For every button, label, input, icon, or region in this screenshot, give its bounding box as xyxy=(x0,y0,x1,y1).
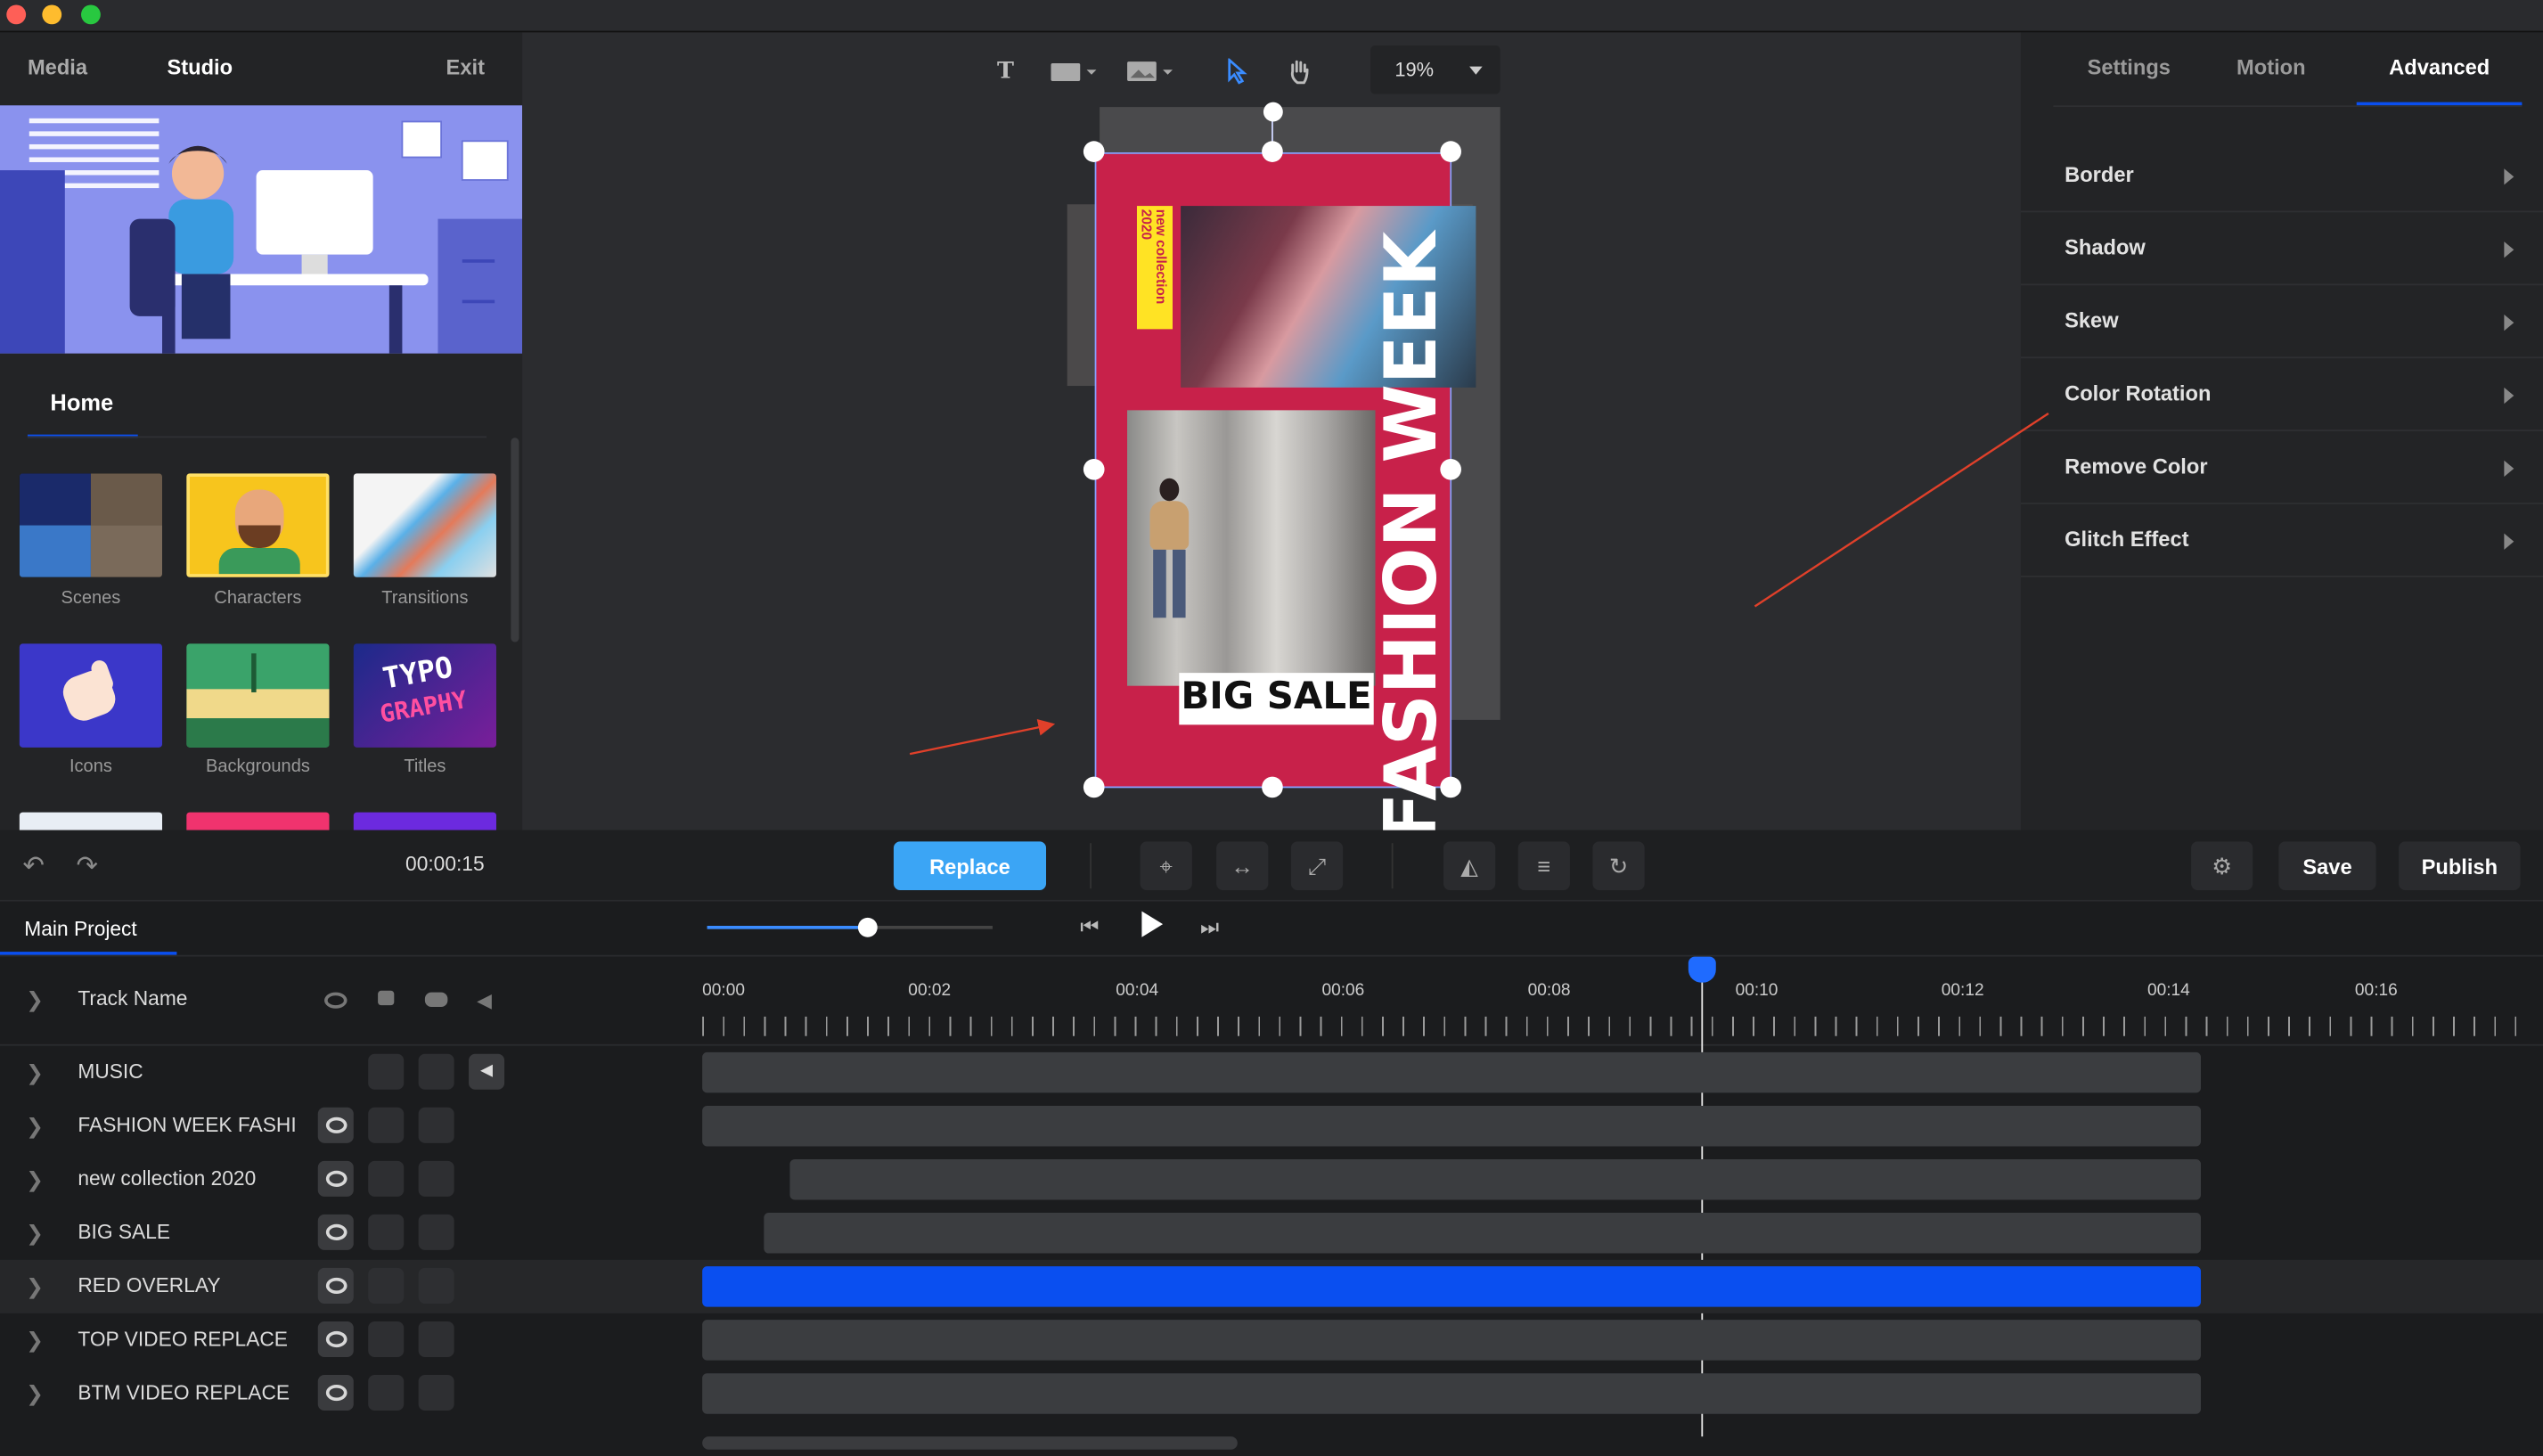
eye-icon[interactable] xyxy=(317,1321,354,1358)
chevron-right-icon[interactable]: ❯ xyxy=(26,1060,44,1086)
ruler-ticks[interactable] xyxy=(702,1016,2535,1036)
chevron-right-icon[interactable]: ❯ xyxy=(26,1221,44,1247)
main-project-tab[interactable]: Main Project xyxy=(24,918,136,940)
divider xyxy=(0,954,2543,957)
track-clip[interactable] xyxy=(702,1051,2202,1093)
track-row-music[interactable]: ❯ MUSIC ◀ xyxy=(0,1046,2543,1100)
binoculars-icon[interactable] xyxy=(424,992,448,1007)
current-time: 00:00:15 xyxy=(405,853,485,876)
track-clip[interactable] xyxy=(789,1159,2202,1200)
track-toggle[interactable] xyxy=(368,1107,405,1143)
track-toggle[interactable] xyxy=(368,1214,405,1250)
track-toggle[interactable] xyxy=(368,1053,405,1090)
track-toggle[interactable] xyxy=(368,1321,405,1358)
selected-track-clip[interactable] xyxy=(702,1266,2202,1307)
play-icon[interactable] xyxy=(1141,911,1164,937)
replace-button[interactable]: Replace xyxy=(893,841,1047,890)
eye-icon[interactable] xyxy=(317,1214,354,1250)
track-clip[interactable] xyxy=(702,1320,2202,1361)
chevron-right-icon[interactable]: ❯ xyxy=(26,1167,44,1193)
skip-back-icon[interactable]: ⏮ xyxy=(1080,914,1099,940)
align-icon[interactable]: ≡ xyxy=(1517,841,1570,890)
track-toggle[interactable] xyxy=(418,1214,454,1250)
track-toggle[interactable] xyxy=(418,1267,454,1304)
ruler-tick-label: 00:14 xyxy=(2146,980,2190,1001)
track-toggle[interactable] xyxy=(418,1321,454,1358)
divider xyxy=(1391,843,1394,889)
gear-icon[interactable]: ⚙ xyxy=(2191,841,2253,890)
publish-button[interactable]: Publish xyxy=(2399,841,2521,890)
ruler-tick-label: 00:16 xyxy=(2354,980,2398,1001)
volume-slider-fill xyxy=(707,925,868,929)
track-toggle[interactable] xyxy=(418,1107,454,1143)
track-clip[interactable] xyxy=(702,1105,2202,1147)
track-toggle[interactable] xyxy=(368,1375,405,1411)
speaker-icon[interactable]: ◀ xyxy=(477,989,492,1011)
track-name[interactable]: new collection 2020 xyxy=(78,1167,256,1190)
timeline-panel: Main Project ⏮ ⏭ ❯ Track Name ◀ 00:00 00… xyxy=(0,901,2543,1456)
track-row-red-overlay[interactable]: ❯ RED OVERLAY xyxy=(0,1259,2543,1313)
track-toggle[interactable] xyxy=(418,1160,454,1197)
chevron-right-icon[interactable]: ❯ xyxy=(26,1114,44,1140)
ruler-tick-label: 00:00 xyxy=(702,980,745,1001)
track-toggle[interactable] xyxy=(418,1375,454,1411)
redo-icon[interactable]: ↷ xyxy=(77,849,98,881)
flip-horizontal-icon[interactable]: ↔ xyxy=(1216,841,1269,890)
track-toggle[interactable] xyxy=(368,1160,405,1197)
crosshair-icon[interactable]: ⌖ xyxy=(1140,841,1192,890)
ruler-tick-label: 00:04 xyxy=(1116,980,1159,1001)
chevron-right-icon[interactable]: ❯ xyxy=(26,1274,44,1300)
speaker-icon[interactable]: ◀ xyxy=(469,1053,505,1090)
track-row-btm-video[interactable]: ❯ BTM VIDEO REPLACE xyxy=(0,1367,2543,1420)
bottom-toolbar: ↶ ↷ 00:00:15 Replace ⌖ ↔ ⤢ ◭ ≡ ↻ ⚙ Save … xyxy=(0,830,2543,902)
ruler-tick-label: 00:02 xyxy=(908,980,952,1001)
track-toggle[interactable] xyxy=(368,1267,405,1304)
eye-icon[interactable] xyxy=(317,1267,354,1304)
undo-icon[interactable]: ↶ xyxy=(22,849,44,881)
track-row-fashion-week[interactable]: ❯ FASHION WEEK FASHI xyxy=(0,1100,2543,1153)
expand-icon[interactable]: ⤢ xyxy=(1290,841,1344,890)
ruler-tick-label: 00:10 xyxy=(1735,980,1778,1001)
eye-icon[interactable] xyxy=(317,1160,354,1197)
track-name[interactable]: RED OVERLAY xyxy=(78,1274,220,1296)
skip-forward-icon[interactable]: ⏭ xyxy=(1200,914,1219,940)
track-row-big-sale[interactable]: ❯ BIG SALE xyxy=(0,1207,2543,1260)
track-row-top-video[interactable]: ❯ TOP VIDEO REPLACE xyxy=(0,1313,2543,1367)
eye-icon[interactable] xyxy=(324,992,348,1009)
track-row-new-collection[interactable]: ❯ new collection 2020 xyxy=(0,1153,2543,1207)
save-button[interactable]: Save xyxy=(2278,841,2376,890)
track-name-header: Track Name xyxy=(78,987,188,1010)
track-name[interactable]: FASHION WEEK FASHI xyxy=(78,1114,296,1136)
divider xyxy=(1090,843,1092,889)
track-clip[interactable] xyxy=(702,1373,2202,1414)
volume-slider-handle[interactable] xyxy=(857,917,878,937)
mirror-icon[interactable]: ◭ xyxy=(1443,841,1496,890)
track-name[interactable]: BIG SALE xyxy=(78,1221,170,1243)
ruler-tick-label: 00:06 xyxy=(1321,980,1365,1001)
track-name[interactable]: MUSIC xyxy=(78,1060,143,1083)
eye-icon[interactable] xyxy=(317,1107,354,1143)
track-name[interactable]: BTM VIDEO REPLACE xyxy=(78,1381,290,1403)
track-name[interactable]: TOP VIDEO REPLACE xyxy=(78,1328,288,1350)
track-clip[interactable] xyxy=(764,1213,2202,1254)
ruler-tick-label: 00:12 xyxy=(1941,980,1984,1001)
ruler-tick-label: 00:08 xyxy=(1527,980,1571,1001)
chevron-right-icon[interactable]: ❯ xyxy=(26,987,44,1013)
track-toggle[interactable] xyxy=(418,1053,454,1090)
eye-icon[interactable] xyxy=(317,1375,354,1411)
chevron-right-icon[interactable]: ❯ xyxy=(26,1328,44,1354)
playhead-handle[interactable] xyxy=(1688,956,1716,983)
timeline-horizontal-scrollbar[interactable] xyxy=(702,1436,1238,1450)
rotate-icon[interactable]: ↻ xyxy=(1592,841,1645,890)
chevron-right-icon[interactable]: ❯ xyxy=(26,1381,44,1407)
lock-icon[interactable] xyxy=(378,990,395,1006)
